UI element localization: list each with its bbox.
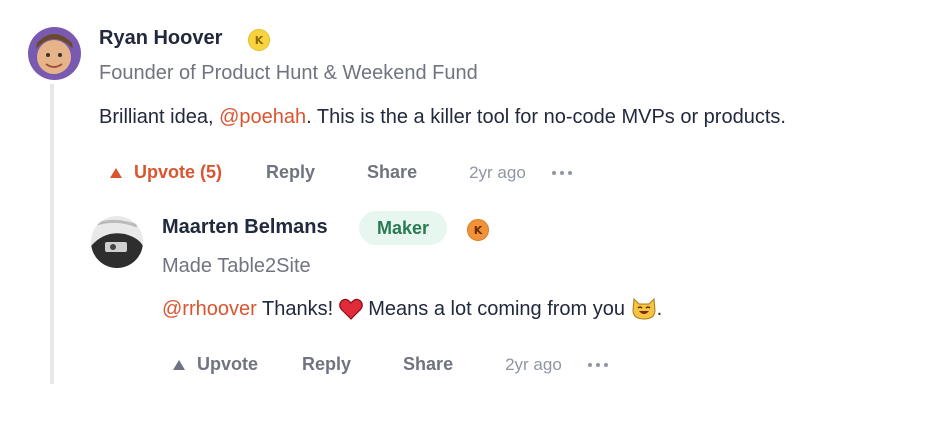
reply-body: @rrhoover Thanks! Means a lot coming fro… xyxy=(162,296,662,327)
share-button[interactable]: Share xyxy=(367,162,417,183)
reply-author-name[interactable]: Maarten Belmans xyxy=(162,216,328,239)
karma-badge: K xyxy=(248,29,270,51)
comment-actions: Upvote (5) Reply Share 2yr ago xyxy=(110,162,572,183)
mention-link[interactable]: @poehah xyxy=(219,106,306,128)
reply-label: Reply xyxy=(266,162,316,182)
reply-text-2: Means a lot coming from you xyxy=(362,298,631,320)
more-options-icon[interactable] xyxy=(587,362,608,367)
reply-author-headline: Made Table2Site xyxy=(162,255,311,277)
upvote-button[interactable]: Upvote xyxy=(173,354,258,375)
upvote-button[interactable]: Upvote (5) xyxy=(110,162,222,183)
heart-emoji-icon xyxy=(338,298,363,327)
upvote-triangle-icon xyxy=(110,167,122,178)
share-label: Share xyxy=(367,162,418,182)
reply-text-1: Thanks! xyxy=(256,298,339,320)
reply-button[interactable]: Reply xyxy=(266,162,315,183)
avatar-maarten-belmans[interactable] xyxy=(91,216,143,268)
maker-badge: Maker xyxy=(359,211,448,245)
share-label: Share xyxy=(403,354,454,374)
comment-body: Brilliant idea, @poehah. This is the a k… xyxy=(99,104,786,130)
comment-author-name[interactable]: Ryan Hoover xyxy=(99,27,222,50)
upvote-triangle-icon xyxy=(173,359,185,370)
comment-timestamp[interactable]: 2yr ago xyxy=(469,163,526,183)
reply-timestamp[interactable]: 2yr ago xyxy=(505,355,562,375)
upvote-label: Upvote (5) xyxy=(134,162,223,182)
comment-body-suffix: . This is the a killer tool for no-code … xyxy=(306,106,786,128)
reply-button[interactable]: Reply xyxy=(302,354,351,375)
more-options-icon[interactable] xyxy=(551,170,572,175)
comment-author-headline: Founder of Product Hunt & Weekend Fund xyxy=(99,62,478,84)
thread-line xyxy=(50,84,54,384)
mention-link[interactable]: @rrhoover xyxy=(162,298,257,320)
share-button[interactable]: Share xyxy=(403,354,453,375)
upvote-label: Upvote xyxy=(197,354,259,374)
reply-actions: Upvote Reply Share 2yr ago xyxy=(173,354,608,375)
smiling-cat-emoji-icon xyxy=(631,296,657,327)
karma-badge: K xyxy=(467,219,489,241)
comment-body-prefix: Brilliant idea, xyxy=(99,106,220,128)
reply-text-3: . xyxy=(656,298,663,320)
avatar-ryan-hoover[interactable] xyxy=(28,27,81,80)
reply-label: Reply xyxy=(302,354,352,374)
